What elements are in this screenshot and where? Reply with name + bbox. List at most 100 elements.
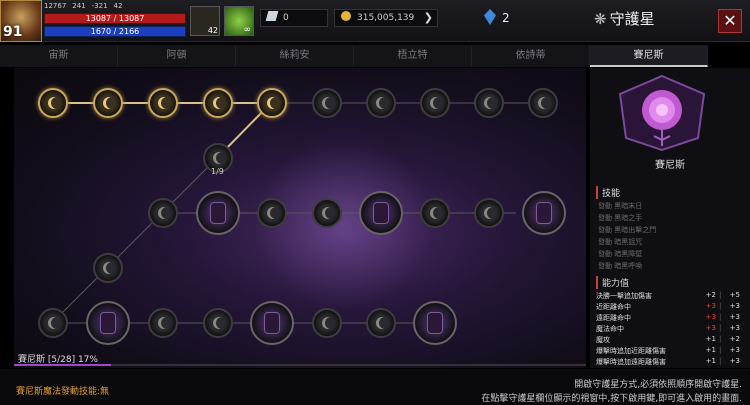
guardian-name: 賽尼斯 — [655, 160, 685, 171]
attribute-separator: | — [719, 291, 722, 299]
constellation-progress-fill — [14, 364, 112, 366]
star-node[interactable] — [474, 88, 504, 118]
constellation-progress-bar — [14, 364, 586, 366]
gear-potion-icon[interactable]: 42 — [190, 6, 220, 36]
tab-wulite[interactable]: 梧立特 — [354, 45, 472, 67]
star-node[interactable] — [257, 88, 287, 118]
crescent-icon — [430, 207, 442, 219]
attribute-max-value: +3 — [729, 313, 740, 321]
info-text-line-1: 開啟守護星方式,必須依照順序開啟守護星. — [574, 380, 742, 390]
star-node[interactable] — [528, 88, 558, 118]
attribute-separator: | — [719, 324, 722, 332]
crescent-icon — [103, 97, 115, 109]
star-node[interactable] — [474, 198, 504, 228]
star-node[interactable] — [420, 88, 450, 118]
skill-item: 發動 暗黑障壁 — [598, 250, 643, 258]
crescent-icon — [48, 97, 60, 109]
star-node[interactable] — [312, 308, 342, 338]
attribute-current-value: +1 — [705, 335, 716, 343]
skill-star-node[interactable] — [250, 301, 294, 345]
close-button[interactable]: ✕ — [718, 9, 742, 33]
tab-yishidi[interactable]: 依詩蒂 — [472, 45, 590, 67]
page-title-text: 守護星 — [609, 10, 655, 28]
hp-bar: 13087 / 13087 — [44, 13, 186, 24]
star-node[interactable] — [203, 88, 233, 118]
star-node[interactable] — [148, 308, 178, 338]
crescent-icon — [376, 317, 388, 329]
skill-item: 發動 黑暗出擊之門 — [598, 226, 657, 234]
attribute-max-value: +3 — [729, 357, 740, 365]
attribute-row: 魔攻 +1 | +2 — [596, 335, 744, 345]
star-node[interactable] — [312, 88, 342, 118]
star-node[interactable] — [366, 308, 396, 338]
skill-star-node[interactable] — [413, 301, 457, 345]
star-node[interactable] — [257, 198, 287, 228]
attribute-name: 魔法命中 — [596, 325, 624, 333]
star-node[interactable] — [420, 198, 450, 228]
leaf-icon[interactable]: ∞ — [224, 6, 254, 36]
player-level: 91 — [3, 24, 23, 40]
buff-count: ∞ — [243, 25, 252, 35]
attributes-title: 能力值 — [596, 276, 629, 289]
crescent-icon — [484, 207, 496, 219]
crystal-value: 2 — [502, 11, 510, 25]
gold-currency: 315,005,139 ❯ — [334, 9, 438, 27]
tab-sainisi[interactable]: 賽尼斯 — [590, 45, 708, 67]
skill-item: 發動 暗黑呼喚 — [598, 262, 643, 270]
attribute-name: 魔攻 — [596, 336, 610, 344]
stat-a: 241 — [72, 2, 86, 10]
star-node[interactable] — [203, 308, 233, 338]
star-node[interactable] — [93, 88, 123, 118]
star-node[interactable] — [366, 88, 396, 118]
skill-star-node[interactable] — [196, 191, 240, 235]
add-gold-button[interactable]: ❯ — [424, 10, 433, 26]
attribute-separator: | — [719, 313, 722, 321]
crescent-icon — [48, 317, 60, 329]
crescent-icon — [213, 97, 225, 109]
diamond-icon — [265, 11, 279, 21]
node-progress-label: 1/9 — [211, 167, 224, 176]
crescent-icon — [484, 97, 496, 109]
info-text-line-2: 在點擊守護星欄位顯示的視窗中,按下啟用鍵,即可進入啟用的畫面. — [481, 394, 742, 404]
magic-skill-status: 賽尼斯魔法發動技能:無 — [16, 387, 110, 397]
crescent-icon — [322, 97, 334, 109]
mp-bar: 1670 / 2166 — [44, 26, 186, 37]
attribute-name: 決勝一擊追加傷害 — [596, 292, 652, 300]
tab-aton[interactable]: 阿頓 — [118, 45, 236, 67]
attribute-row: 爆擊時追加近距離傷害 +1 | +3 — [596, 346, 744, 356]
crescent-icon — [103, 262, 115, 274]
combat-power: 12767 — [44, 2, 67, 10]
skill-glyph-icon — [210, 202, 226, 224]
skill-item: 發動 黑暗末日 — [598, 202, 643, 210]
crescent-icon — [430, 97, 442, 109]
skill-glyph-icon — [373, 202, 389, 224]
star-node[interactable] — [148, 198, 178, 228]
star-node[interactable] — [38, 308, 68, 338]
tab-zeus[interactable]: 宙斯 — [0, 45, 118, 67]
gold-value: 315,005,139 — [357, 13, 415, 23]
skill-star-node[interactable] — [522, 191, 566, 235]
star-node[interactable] — [38, 88, 68, 118]
star-node[interactable] — [93, 253, 123, 283]
skill-star-node[interactable] — [359, 191, 403, 235]
crescent-icon — [158, 207, 170, 219]
buff-count: 42 — [207, 26, 218, 35]
crescent-icon — [267, 207, 279, 219]
attribute-max-value: +3 — [729, 324, 740, 332]
attribute-row: 遠距離命中 +3 | +3 — [596, 313, 744, 323]
tab-silian[interactable]: 絲莉安 — [236, 45, 354, 67]
attribute-max-value: +3 — [729, 346, 740, 354]
attribute-separator: | — [719, 335, 722, 343]
diamond-value: 0 — [283, 13, 289, 23]
constellation-field: 1/9 — [14, 68, 586, 368]
skill-glyph-icon — [264, 312, 280, 334]
avatar[interactable]: 91 — [0, 0, 42, 42]
star-node[interactable] — [148, 88, 178, 118]
star-node[interactable] — [312, 198, 342, 228]
page-title: ❋ 守護星 — [594, 8, 655, 29]
attribute-current-value: +3 — [705, 324, 716, 332]
attribute-separator: | — [719, 357, 722, 365]
skill-star-node[interactable] — [86, 301, 130, 345]
attribute-name: 爆擊時追加近距離傷害 — [596, 347, 666, 355]
rose-emblem-icon — [618, 74, 706, 152]
